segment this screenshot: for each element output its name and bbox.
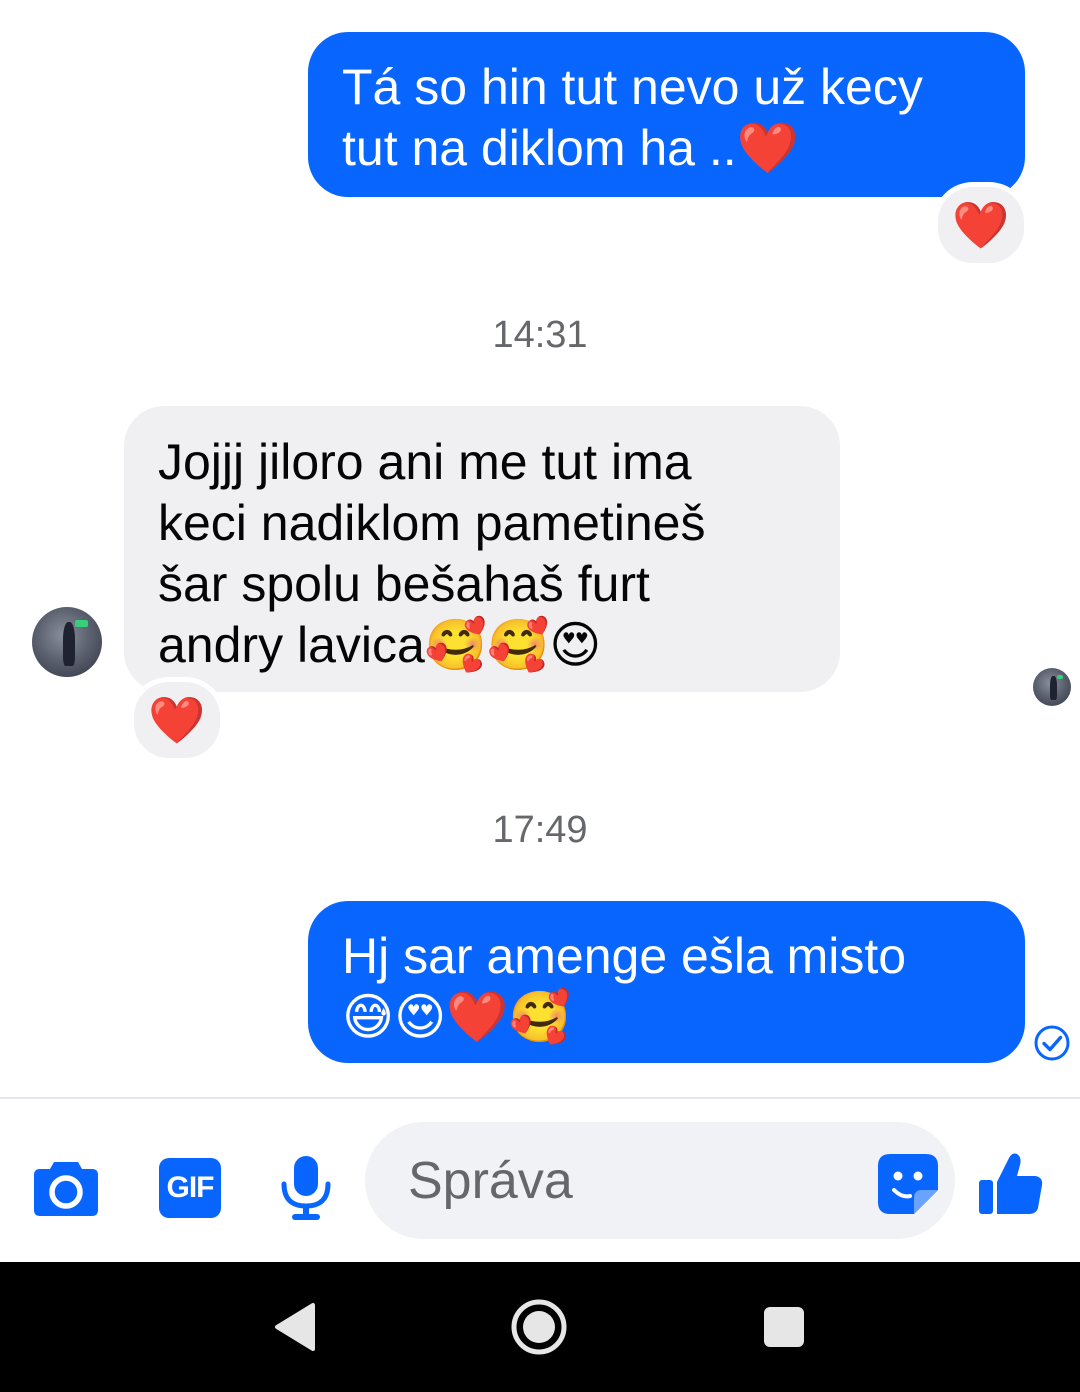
outgoing-message-bubble[interactable]: Tá so hin tut nevo už kecy tut na diklom… bbox=[308, 32, 1025, 197]
microphone-icon[interactable] bbox=[278, 1154, 334, 1222]
sent-check-icon bbox=[1034, 1025, 1070, 1061]
gif-label: GIF bbox=[166, 1171, 215, 1204]
heart-reaction[interactable]: ❤️ bbox=[933, 182, 1029, 268]
timestamp: 17:49 bbox=[492, 809, 588, 851]
camera-icon[interactable] bbox=[32, 1158, 100, 1218]
incoming-message-bubble[interactable]: Jojjj jiloro ani me tut ima keci nadiklo… bbox=[124, 406, 840, 692]
back-icon[interactable] bbox=[273, 1302, 317, 1352]
read-receipt-avatar bbox=[1033, 668, 1071, 706]
timestamp: 14:31 bbox=[492, 314, 588, 356]
sticker-icon[interactable] bbox=[876, 1152, 940, 1216]
like-icon[interactable] bbox=[977, 1150, 1045, 1218]
message-line: 😅😍❤️🥰 bbox=[342, 989, 571, 1045]
composer-divider bbox=[0, 1097, 1080, 1099]
message-line: Hj sar amenge ešla misto bbox=[342, 928, 907, 984]
message-line: tut na diklom ha ..❤️ bbox=[342, 120, 799, 176]
heart-icon: ❤️ bbox=[148, 694, 206, 746]
heart-icon: ❤️ bbox=[952, 199, 1010, 251]
recents-icon[interactable] bbox=[763, 1306, 805, 1348]
message-line: Jojjj jiloro ani me tut ima bbox=[158, 434, 692, 490]
message-line: andry lavica🥰🥰😍 bbox=[158, 617, 602, 673]
message-line: šar spolu bešahaš furt bbox=[158, 556, 650, 612]
message-line: Tá so hin tut nevo už kecy bbox=[342, 59, 923, 115]
heart-reaction[interactable]: ❤️ bbox=[129, 677, 225, 763]
outgoing-message-bubble[interactable]: Hj sar amenge ešla misto 😅😍❤️🥰 bbox=[308, 901, 1025, 1063]
contact-avatar[interactable] bbox=[32, 607, 102, 677]
message-line: keci nadiklom pametineš bbox=[158, 495, 706, 551]
home-icon[interactable] bbox=[510, 1298, 568, 1356]
gif-icon[interactable]: GIF bbox=[159, 1158, 221, 1218]
message-input-placeholder: Správa bbox=[408, 1152, 573, 1210]
